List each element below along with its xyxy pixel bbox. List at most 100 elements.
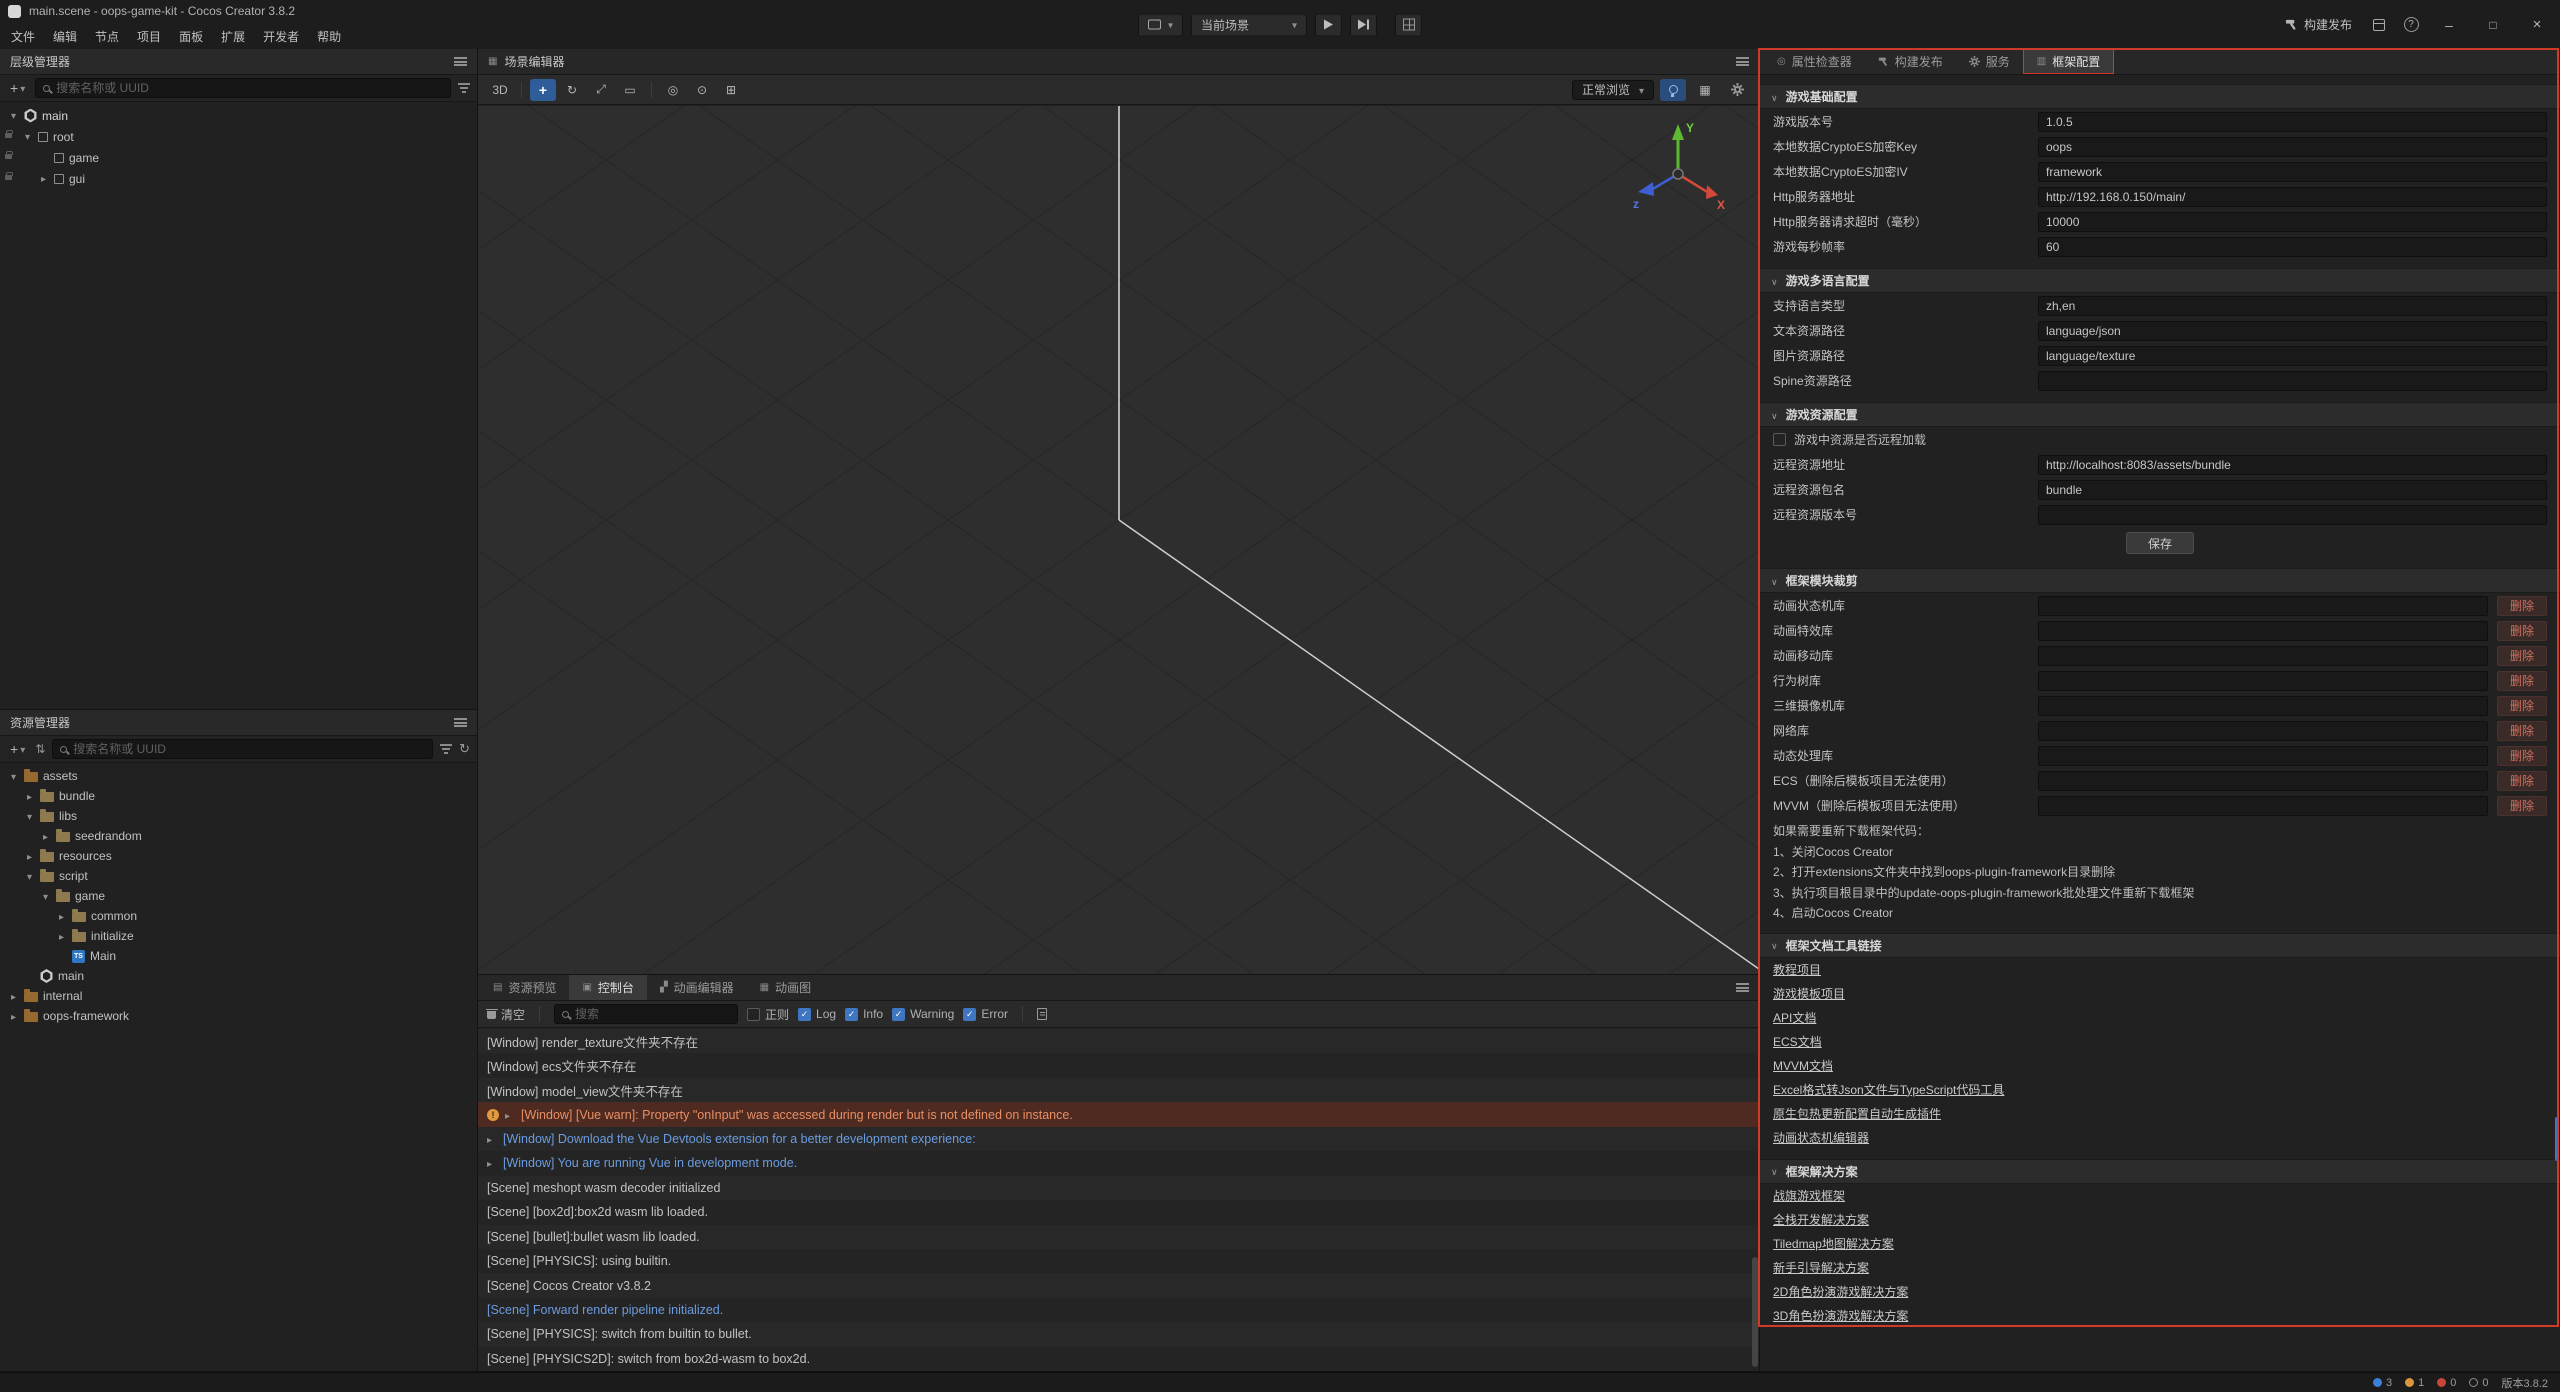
step-button[interactable] (1350, 13, 1377, 36)
solution-link[interactable]: 3D角色扮演游戏解决方案 (1760, 1304, 2560, 1328)
error-filter[interactable]: Error (963, 1007, 1008, 1021)
checkbox-checked[interactable] (798, 1008, 811, 1021)
field-input[interactable] (2038, 112, 2547, 132)
console-scrollbar[interactable] (1752, 1257, 1758, 1367)
inspector-scrollbar[interactable] (2555, 1117, 2559, 1161)
solution-link[interactable]: Tiledmap地图解决方案 (1760, 1232, 2560, 1256)
field-input[interactable] (2038, 162, 2547, 182)
tab-animation-editor[interactable]: ▞动画编辑器 (647, 975, 747, 1000)
console-search-input[interactable] (575, 1007, 730, 1021)
checkbox-checked[interactable] (845, 1008, 858, 1021)
warning-count[interactable]: 1 (2405, 1377, 2424, 1389)
layout-button[interactable] (1395, 13, 1422, 36)
doc-link[interactable]: Excel格式转Json文件与TypeScript代码工具 (1760, 1078, 2560, 1102)
lock-icon[interactable] (5, 133, 12, 138)
solution-link[interactable]: 2D角色扮演游戏解决方案 (1760, 1280, 2560, 1304)
field-input[interactable] (2038, 480, 2547, 500)
doc-link[interactable]: API文档 (1760, 1006, 2560, 1030)
move-tool-button[interactable]: + (530, 79, 556, 101)
lock-icon[interactable] (5, 175, 12, 180)
expand-icon[interactable] (56, 910, 67, 923)
tab-build-publish[interactable]: 构建发布 (1865, 49, 1956, 74)
expand-icon[interactable] (487, 1156, 497, 1170)
module-input[interactable] (2038, 671, 2488, 691)
tree-item-main[interactable]: main (0, 105, 477, 126)
tree-item-game[interactable]: game (0, 147, 477, 168)
tab-framework-config[interactable]: ▥框架配置 (2023, 49, 2114, 74)
panel-menu-icon[interactable] (454, 57, 467, 66)
view-axis-gizmo[interactable]: Y X z (1628, 116, 1728, 216)
sort-icon[interactable] (35, 742, 45, 756)
coordinate-toggle-button[interactable]: ⊙ (689, 79, 715, 101)
module-input[interactable] (2038, 596, 2488, 616)
notice-count[interactable]: 0 (2469, 1377, 2488, 1389)
module-input[interactable] (2038, 721, 2488, 741)
tree-item-gui[interactable]: gui (0, 168, 477, 189)
solution-link[interactable]: 新手引导解决方案 (1760, 1256, 2560, 1280)
delete-button[interactable]: 删除 (2497, 621, 2547, 641)
panel-menu-icon[interactable] (454, 718, 467, 727)
expand-icon[interactable] (56, 930, 67, 943)
tree-item-assets[interactable]: assets (0, 766, 477, 786)
module-input[interactable] (2038, 646, 2488, 666)
module-input[interactable] (2038, 621, 2488, 641)
tab-asset-preview[interactable]: ▤资源预览 (480, 975, 569, 1000)
log-count[interactable]: 3 (2373, 1377, 2392, 1389)
log-row-info[interactable]: [Window] Download the Vue Devtools exten… (478, 1127, 1759, 1151)
section-solutions[interactable]: 框架解决方案 (1760, 1159, 2560, 1184)
doc-link[interactable]: ECS文档 (1760, 1030, 2560, 1054)
doc-link[interactable]: 游戏模板项目 (1760, 982, 2560, 1006)
tree-item-libs[interactable]: libs (0, 806, 477, 826)
expand-icon[interactable] (487, 1132, 497, 1146)
delete-button[interactable]: 删除 (2497, 596, 2547, 616)
expand-icon[interactable] (22, 130, 33, 143)
scale-tool-button[interactable]: ⤢ (588, 79, 614, 101)
field-input[interactable] (2038, 296, 2547, 316)
expand-icon[interactable] (505, 1108, 515, 1122)
menu-help[interactable]: 帮助 (308, 24, 350, 49)
menu-developer[interactable]: 开发者 (254, 24, 308, 49)
log-row-warning[interactable]: [Window] [Vue warn]: Property "onInput" … (478, 1102, 1759, 1126)
scene-viewport[interactable]: Y X z (478, 106, 1759, 974)
tree-item-main-scene[interactable]: main (0, 966, 477, 986)
section-game-basic[interactable]: 游戏基础配置 (1760, 84, 2560, 109)
panel-menu-icon[interactable] (1736, 57, 1749, 66)
hierarchy-search-input[interactable] (56, 81, 443, 95)
info-filter[interactable]: Info (845, 1007, 883, 1021)
regex-filter[interactable]: 正则 (747, 1006, 789, 1023)
doc-link[interactable]: 原生包热更新配置自动生成插件 (1760, 1102, 2560, 1126)
tree-item-oops-framework[interactable]: oops-framework (0, 1006, 477, 1026)
doc-link[interactable]: 教程项目 (1760, 958, 2560, 982)
field-input[interactable] (2038, 321, 2547, 341)
delete-button[interactable]: 删除 (2497, 696, 2547, 716)
section-doc-links[interactable]: 框架文档工具链接 (1760, 933, 2560, 958)
remote-load-checkbox[interactable] (1773, 433, 1786, 446)
delete-button[interactable]: 删除 (2497, 746, 2547, 766)
x-axis-arrow[interactable] (1706, 185, 1718, 199)
field-input[interactable] (2038, 371, 2547, 391)
tree-item-bundle[interactable]: bundle (0, 786, 477, 806)
window-maximize-button[interactable] (2474, 0, 2512, 49)
tree-item-main-ts[interactable]: Main (0, 946, 477, 966)
assets-search-input[interactable] (73, 742, 425, 756)
menu-file[interactable]: 文件 (2, 24, 44, 49)
y-axis-arrow[interactable] (1672, 124, 1684, 140)
solution-link[interactable]: 全栈开发解决方案 (1760, 1208, 2560, 1232)
solution-link[interactable]: 战旗游戏框架 (1760, 1184, 2560, 1208)
tab-services[interactable]: 服务 (1956, 49, 2023, 74)
play-button[interactable] (1315, 13, 1342, 36)
expand-icon[interactable] (24, 850, 35, 863)
snap-settings-button[interactable]: ⊞ (718, 79, 744, 101)
report-icon[interactable] (1037, 1008, 1047, 1020)
tree-item-internal[interactable]: internal (0, 986, 477, 1006)
rotate-tool-button[interactable]: ↻ (559, 79, 585, 101)
tree-item-common[interactable]: common (0, 906, 477, 926)
expand-icon[interactable] (40, 830, 51, 843)
doc-link[interactable]: 动画状态机编辑器 (1760, 1126, 2560, 1150)
expand-icon[interactable] (8, 109, 19, 122)
log-filter[interactable]: Log (798, 1007, 836, 1021)
menu-edit[interactable]: 编辑 (44, 24, 86, 49)
add-asset-button[interactable] (7, 741, 28, 757)
expand-icon[interactable] (24, 810, 35, 823)
doc-link[interactable]: MVVM文档 (1760, 1054, 2560, 1078)
